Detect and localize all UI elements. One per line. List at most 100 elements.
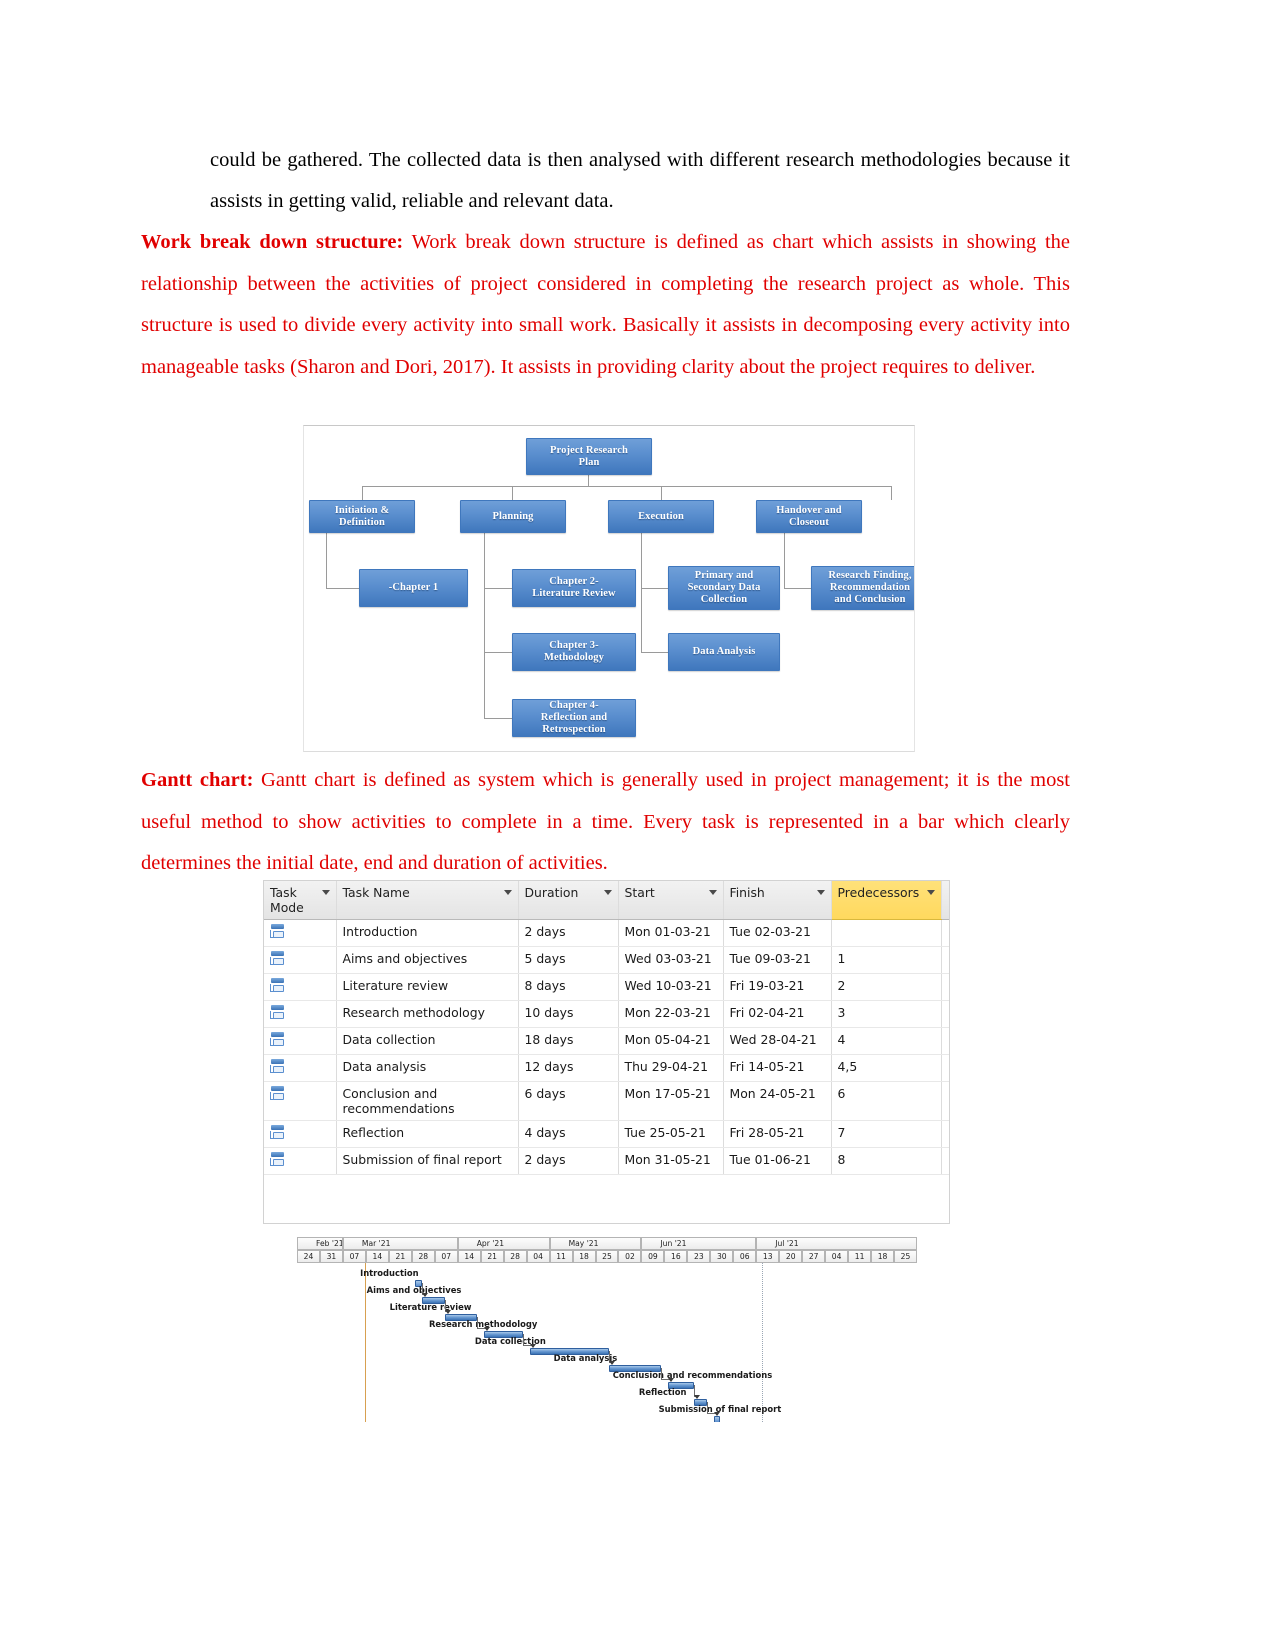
cell-finish[interactable]: Fri 28-05-21 <box>723 1120 832 1148</box>
cell-finish[interactable]: Tue 09-03-21 <box>723 946 832 974</box>
col-header-predecessors-label: Predecessors <box>837 885 920 900</box>
cell-extra[interactable] <box>941 1120 949 1148</box>
cell-task-name[interactable]: Reflection <box>336 1120 519 1148</box>
col-header-predecessors[interactable]: Predecessors <box>831 881 942 920</box>
cell-duration[interactable]: 10 days <box>518 1000 619 1028</box>
filter-arrow-icon[interactable] <box>816 890 825 895</box>
cell-duration[interactable]: 4 days <box>518 1120 619 1148</box>
cell-task-name[interactable]: Literature review <box>336 973 519 1001</box>
timeline-month-cell: Mar '21 <box>342 1237 458 1250</box>
cell-predecessors[interactable]: 8 <box>831 1147 942 1175</box>
cell-predecessors[interactable]: 4 <box>831 1027 942 1055</box>
cell-extra[interactable] <box>941 1081 949 1121</box>
cell-task-name[interactable]: Research methodology <box>336 1000 519 1028</box>
table-row[interactable]: Literature review 8 days Wed 10-03-21 Fri 1… <box>264 973 949 1001</box>
timeline-week-cell: 11 <box>549 1250 573 1263</box>
cell-extra[interactable] <box>941 1147 949 1175</box>
col-header-task-mode[interactable]: Task Mode <box>264 881 337 920</box>
wbs-connector <box>484 718 512 719</box>
table-row[interactable]: Introduction 2 days Mon 01-03-21 Tue 02-03-… <box>264 919 949 947</box>
cell-extra[interactable] <box>941 1000 949 1028</box>
cell-start[interactable]: Wed 03-03-21 <box>618 946 724 974</box>
cell-start[interactable]: Tue 25-05-21 <box>618 1120 724 1148</box>
table-row[interactable]: Data analysis 12 days Thu 29-04-21 Fri 14-0… <box>264 1054 949 1082</box>
cell-finish[interactable]: Wed 28-04-21 <box>723 1027 832 1055</box>
cell-finish[interactable]: Tue 01-06-21 <box>723 1147 832 1175</box>
cell-extra[interactable] <box>941 1054 949 1082</box>
cell-finish[interactable]: Tue 02-03-21 <box>723 919 832 947</box>
cell-task-mode[interactable] <box>264 1027 337 1055</box>
filter-arrow-icon[interactable] <box>926 890 935 895</box>
cell-duration[interactable]: 6 days <box>518 1081 619 1121</box>
filter-arrow-icon[interactable] <box>603 890 612 895</box>
wbs-box-data-collection: Primary and Secondary Data Collection <box>668 566 780 610</box>
table-row[interactable]: Conclusion and recommendations 6 days Mon … <box>264 1081 949 1121</box>
cell-task-mode[interactable] <box>264 1120 337 1148</box>
wbs-connector <box>641 532 642 652</box>
table-row[interactable]: Aims and objectives 5 days Wed 03-03-21 Tue… <box>264 946 949 974</box>
cell-extra[interactable] <box>941 946 949 974</box>
cell-predecessors[interactable]: 7 <box>831 1120 942 1148</box>
cell-duration[interactable]: 8 days <box>518 973 619 1001</box>
cell-predecessors[interactable]: 1 <box>831 946 942 974</box>
cell-predecessors[interactable]: 3 <box>831 1000 942 1028</box>
cell-extra[interactable] <box>941 1027 949 1055</box>
filter-arrow-icon[interactable] <box>708 890 717 895</box>
cell-duration[interactable]: 12 days <box>518 1054 619 1082</box>
cell-task-name[interactable]: Introduction <box>336 919 519 947</box>
cell-start[interactable]: Thu 29-04-21 <box>618 1054 724 1082</box>
cell-predecessors[interactable] <box>831 919 942 947</box>
table-row[interactable]: Reflection 4 days Tue 25-05-21 Fri 28-05-21… <box>264 1120 949 1148</box>
cell-task-mode[interactable] <box>264 1054 337 1082</box>
cell-extra[interactable] <box>941 919 949 947</box>
cell-task-mode[interactable] <box>264 973 337 1001</box>
cell-predecessors[interactable]: 4,5 <box>831 1054 942 1082</box>
cell-start[interactable]: Wed 10-03-21 <box>618 973 724 1001</box>
col-header-task-name[interactable]: Task Name <box>336 881 519 920</box>
wbs-connector <box>661 486 662 500</box>
cell-duration[interactable]: 2 days <box>518 919 619 947</box>
cell-task-name[interactable]: Aims and objectives <box>336 946 519 974</box>
cell-task-mode[interactable] <box>264 919 337 947</box>
cell-start[interactable]: Mon 17-05-21 <box>618 1081 724 1121</box>
table-row[interactable]: Data collection 18 days Mon 05-04-21 Wed 28… <box>264 1027 949 1055</box>
gantt-paragraph: Gantt chart: Gantt chart is defined as s… <box>141 760 1070 885</box>
cell-task-name[interactable]: Data analysis <box>336 1054 519 1082</box>
wbs-box-chapter2: Chapter 2- Literature Review <box>512 569 636 607</box>
cell-task-mode[interactable] <box>264 1081 337 1121</box>
cell-task-mode[interactable] <box>264 946 337 974</box>
cell-finish[interactable]: Fri 14-05-21 <box>723 1054 832 1082</box>
cell-duration[interactable]: 18 days <box>518 1027 619 1055</box>
cell-task-name[interactable]: Submission of final report <box>336 1147 519 1175</box>
cell-finish[interactable]: Fri 02-04-21 <box>723 1000 832 1028</box>
cell-extra[interactable] <box>941 973 949 1001</box>
table-row[interactable]: Submission of final report 2 days Mon 31-0… <box>264 1147 949 1175</box>
col-header-duration[interactable]: Duration <box>518 881 619 920</box>
gantt-link-arrow <box>445 1310 452 1314</box>
cell-predecessors[interactable]: 2 <box>831 973 942 1001</box>
col-header-finish[interactable]: Finish <box>723 881 832 920</box>
gantt-task-table: Task Mode Task Name Duration Start Finis… <box>263 880 950 1224</box>
continuation-paragraph: could be gathered. The collected data is… <box>210 149 1070 212</box>
table-row[interactable]: Research methodology 10 days Mon 22-03-21 F… <box>264 1000 949 1028</box>
filter-arrow-icon[interactable] <box>321 890 330 895</box>
auto-schedule-icon <box>270 1125 286 1140</box>
cell-task-mode[interactable] <box>264 1000 337 1028</box>
cell-start[interactable]: Mon 31-05-21 <box>618 1147 724 1175</box>
cell-finish[interactable]: Fri 19-03-21 <box>723 973 832 1001</box>
cell-duration[interactable]: 5 days <box>518 946 619 974</box>
cell-predecessors[interactable]: 6 <box>831 1081 942 1121</box>
cell-task-mode[interactable] <box>264 1147 337 1175</box>
cell-task-name[interactable]: Conclusion and recommendations <box>336 1081 519 1121</box>
cell-finish[interactable]: Mon 24-05-21 <box>723 1081 832 1121</box>
gantt-bar[interactable] <box>713 1416 721 1422</box>
timeline-month-cell: Feb '21 <box>297 1237 343 1250</box>
timeline-month-cell: May '21 <box>549 1237 642 1250</box>
filter-arrow-icon[interactable] <box>503 890 512 895</box>
cell-start[interactable]: Mon 05-04-21 <box>618 1027 724 1055</box>
cell-start[interactable]: Mon 01-03-21 <box>618 919 724 947</box>
cell-duration[interactable]: 2 days <box>518 1147 619 1175</box>
cell-task-name[interactable]: Data collection <box>336 1027 519 1055</box>
col-header-start[interactable]: Start <box>618 881 724 920</box>
cell-start[interactable]: Mon 22-03-21 <box>618 1000 724 1028</box>
